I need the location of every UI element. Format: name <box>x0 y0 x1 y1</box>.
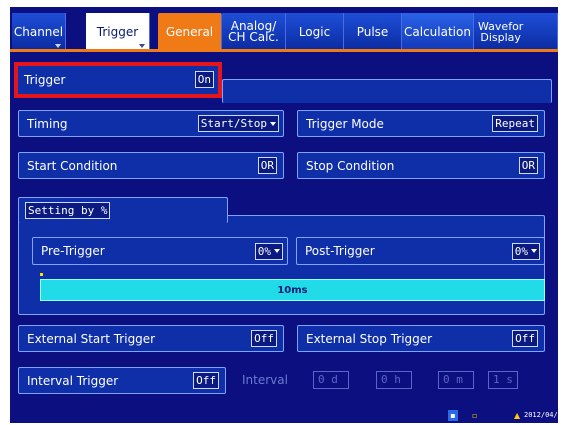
setting-by-percent-header: Setting by % <box>18 197 228 223</box>
trigger-mode-row[interactable]: Trigger Mode Repeat <box>297 110 545 137</box>
stop-condition-value[interactable]: OR <box>518 157 538 174</box>
tab-channel-label: Channel <box>13 24 64 39</box>
status-date: 2012/04/ <box>524 411 558 419</box>
tab-pulse[interactable]: Pulse <box>344 13 402 51</box>
interval-trigger-label: Interval Trigger <box>27 373 119 388</box>
external-start-trigger-label: External Start Trigger <box>27 331 156 346</box>
interval-trigger-value[interactable]: Off <box>193 372 219 389</box>
stop-condition-row[interactable]: Stop Condition OR <box>297 152 545 179</box>
recording-length-label: 10ms <box>277 284 308 296</box>
external-start-trigger-row[interactable]: External Start Trigger Off <box>18 325 284 352</box>
dropdown-arrow-icon <box>274 249 280 253</box>
start-condition-row[interactable]: Start Condition OR <box>18 152 284 179</box>
interval-days-field: 0 d <box>313 371 349 389</box>
tab-general[interactable]: General <box>158 13 222 51</box>
tab-general-label: General <box>165 24 214 39</box>
start-condition-label: Start Condition <box>27 158 118 173</box>
pre-trigger-row[interactable]: Pre-Trigger 0% <box>32 237 288 265</box>
warning-icon: ▲ <box>514 411 521 420</box>
post-trigger-value-text: 0% <box>514 244 528 258</box>
pre-trigger-value-text: 0% <box>257 244 271 258</box>
lan-icon: ▫ <box>472 411 478 420</box>
external-start-trigger-value[interactable]: Off <box>251 330 277 347</box>
tab-underline <box>10 49 558 52</box>
timing-label: Timing <box>27 116 68 131</box>
timing-value[interactable]: Start/Stop <box>197 115 279 132</box>
dropdown-arrow-icon <box>531 249 537 253</box>
post-trigger-row[interactable]: Post-Trigger 0% <box>296 237 545 265</box>
external-stop-trigger-row[interactable]: External Stop Trigger Off <box>297 325 545 352</box>
interval-hours-field: 0 h <box>376 371 412 389</box>
timing-row[interactable]: Timing Start/Stop <box>18 110 284 137</box>
timing-value-text: Start/Stop <box>200 117 267 130</box>
tab-logic[interactable]: Logic <box>286 13 344 51</box>
pre-trigger-label: Pre-Trigger <box>41 244 105 258</box>
trigger-mode-value[interactable]: Repeat <box>492 115 538 132</box>
interval-minutes-field: 0 m <box>438 371 474 389</box>
trigger-highlight: Trigger On <box>14 62 222 98</box>
external-stop-trigger-label: External Stop Trigger <box>306 331 433 346</box>
external-stop-trigger-value[interactable]: Off <box>512 330 538 347</box>
setting-by-percent-button[interactable]: Setting by % <box>25 202 111 219</box>
post-trigger-value[interactable]: 0% <box>511 242 540 260</box>
pre-trigger-marker <box>40 273 43 276</box>
screen: Channel Trigger General Analog/ CH Calc.… <box>0 0 564 425</box>
recording-length-bar: 10ms <box>40 279 545 301</box>
interval-seconds-field: 1 s <box>488 371 518 389</box>
tab-trigger-label: Trigger <box>96 24 139 39</box>
stop-condition-label: Stop Condition <box>306 158 395 173</box>
pre-trigger-value[interactable]: 0% <box>254 242 283 260</box>
interval-trigger-row[interactable]: Interval Trigger Off <box>18 367 226 394</box>
post-trigger-label: Post-Trigger <box>305 244 375 258</box>
tab-channel[interactable]: Channel <box>12 13 66 51</box>
tab-trigger[interactable]: Trigger <box>86 13 150 51</box>
trigger-mode-label: Trigger Mode <box>306 116 384 131</box>
trigger-label: Trigger <box>24 73 66 87</box>
chevron-down-icon <box>55 44 61 48</box>
tab-waveform-display[interactable]: Wavefor Display <box>474 13 558 51</box>
start-condition-value[interactable]: OR <box>257 157 277 174</box>
tab-analog-ch-calc[interactable]: Analog/ CH Calc. <box>222 13 286 51</box>
chevron-down-icon <box>139 44 145 48</box>
sd-card-icon: ▪ <box>448 410 458 421</box>
tab-waveform-display-label: Wavefor Display <box>478 20 524 44</box>
tab-pulse-label: Pulse <box>356 24 389 39</box>
trigger-settings-window: Channel Trigger General Analog/ CH Calc.… <box>10 7 558 423</box>
trigger-row[interactable]: Trigger On <box>22 70 214 90</box>
tab-calculation[interactable]: Calculation <box>402 13 474 51</box>
tab-analog-ch-calc-label: Analog/ CH Calc. <box>228 19 279 44</box>
dropdown-arrow-icon <box>270 121 276 126</box>
trigger-value[interactable]: On <box>194 71 214 88</box>
tab-calculation-label: Calculation <box>404 24 471 39</box>
interval-label: Interval <box>242 373 288 387</box>
top-panel-edge <box>222 79 552 103</box>
tab-logic-label: Logic <box>298 24 331 39</box>
